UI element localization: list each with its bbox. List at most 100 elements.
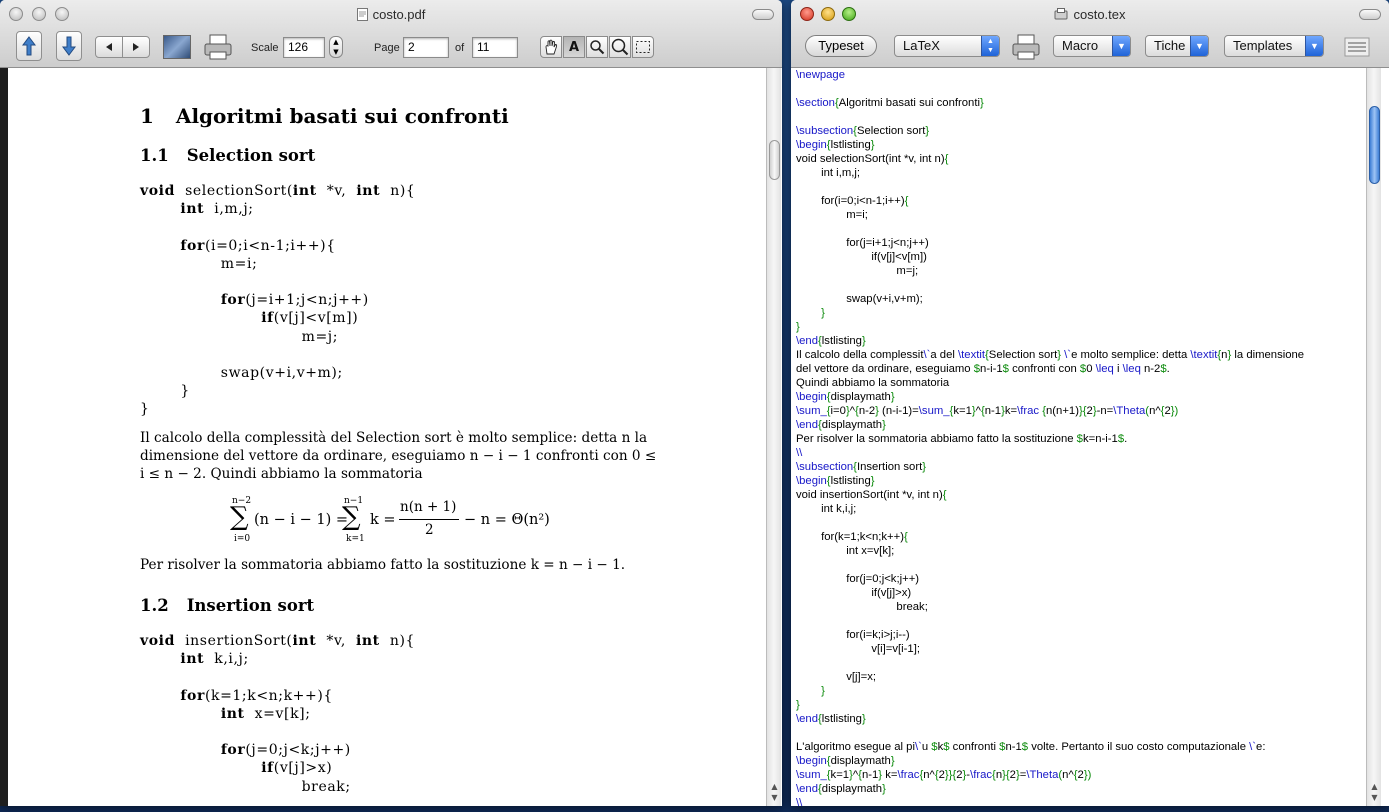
zoom-in-icon (590, 40, 605, 55)
templates-menu[interactable]: Templates ▼ (1224, 35, 1324, 57)
source-line: m=i; (796, 209, 868, 221)
scroll-arrows[interactable]: ▲ ▼ (768, 781, 781, 803)
select-tool-icon (636, 41, 650, 53)
page-label: Page (374, 42, 400, 54)
select-tool-button[interactable] (632, 36, 654, 58)
source-line: \\ (796, 797, 803, 806)
window-title: costo.tex (791, 7, 1389, 24)
scale-label: Scale (251, 42, 279, 54)
paragraph-line: dimensione del vettore da ordinare, eseg… (140, 448, 657, 464)
toolbar-toggle-icon[interactable] (752, 9, 774, 20)
page-up-button[interactable] (16, 31, 42, 61)
section-number: 1 (140, 104, 154, 128)
section-heading: 1 Algoritmi basati sui confronti (140, 104, 509, 128)
source-line: del vettore da ordinare, eseguiamo $n-i-… (796, 363, 1170, 375)
code-line: int k,i,j; (180, 651, 249, 668)
code-line: void insertionSort(int *v, int n){ (140, 633, 416, 649)
prev-page-button[interactable] (95, 36, 123, 58)
display-formula: n−2 ∑ i=0 (n − i − 1) = n−1 ∑ k=1 k = n(… (230, 496, 550, 544)
zoom-out-icon (611, 38, 629, 56)
source-line: \subsection{Insertion sort} (796, 461, 927, 473)
scroll-thumb[interactable] (1369, 106, 1380, 184)
source-line: int i,m,j; (796, 167, 861, 179)
engine-select[interactable]: LaTeX ▲ ▼ (894, 35, 1000, 57)
macro-menu[interactable]: Macro ▼ (1053, 35, 1131, 57)
source-line: } (796, 321, 800, 333)
source-line: Per risolver la sommatoria abbiamo fatto… (796, 433, 1128, 445)
source-line: v[i]=v[i-1]; (796, 643, 920, 655)
pdf-page: 1 Algoritmi basati sui confronti 1.1 Selec… (0, 68, 766, 806)
hand-tool-icon (545, 39, 558, 55)
hand-tool-button[interactable] (540, 36, 562, 58)
source-line: } (796, 685, 825, 697)
tex-window: costo.tex Typeset LaTeX ▲ ▼ Macro ▼ Tiche ▼ … (791, 0, 1389, 806)
tex-source-editor[interactable]: \newpage \section{Algoritmi basati sui co… (791, 68, 1389, 806)
source-line: \begin{lstlisting} (796, 475, 875, 487)
page-down-button[interactable] (56, 31, 82, 61)
sum-sign: ∑ (342, 502, 361, 532)
tags-menu[interactable]: Tiche ▼ (1145, 35, 1209, 57)
next-page-button[interactable] (122, 36, 150, 58)
pdf-file-icon (356, 8, 368, 24)
text-tool-button[interactable]: A (563, 36, 585, 58)
prev-icon (106, 43, 112, 51)
source-line: int k,i,j; (796, 503, 857, 515)
subsection-heading-2: 1.2 Insertion sort (140, 596, 314, 615)
source-line: swap(v+i,v+m); (796, 293, 923, 305)
text-tool-icon: A (568, 39, 580, 55)
source-line: \begin{displaymath} (796, 755, 895, 767)
code-line: } (140, 401, 150, 418)
source-line: \section{Algoritmi basati sui confronti} (796, 97, 984, 109)
source-line: \end{lstlisting} (796, 335, 866, 347)
source-line: \\ (796, 447, 803, 459)
source-line: if(v[j]<v[m]) (796, 251, 927, 263)
source-line: \newpage (796, 69, 845, 81)
fraction-bar (399, 519, 459, 520)
zoom-out-tool-button[interactable] (609, 36, 631, 58)
source-line: \end{displaymath} (796, 783, 886, 795)
paragraph-line: i ≤ n − 2. Quindi abbiamo la sommatoria (140, 466, 423, 482)
source-line: if(v[j]>x) (796, 587, 912, 599)
subsection-number: 1.1 (140, 146, 169, 165)
picture-icon[interactable] (163, 35, 191, 59)
code-line: for(j=0;j<k;j++) (220, 742, 351, 759)
source-line: \sum_{i=0}^{n-2} (n-i-1)=\sum_{k=1}^{n-1… (796, 405, 1179, 417)
scale-input[interactable]: 126 (283, 37, 325, 58)
total-pages-field: 11 (472, 37, 518, 58)
zoom-in-tool-button[interactable] (586, 36, 608, 58)
printer-icon[interactable] (203, 33, 233, 61)
pdf-window: costo.pdf Scale 126 ▲ ▼ Page 2 of 11 A 1… (0, 0, 782, 806)
page-input[interactable]: 2 (403, 37, 449, 58)
printer-icon[interactable] (1011, 33, 1041, 61)
code-line: m=j; (140, 328, 339, 345)
source-line: v[j]=x; (796, 671, 877, 683)
tex-vertical-scrollbar[interactable]: ▲ ▼ (1366, 68, 1381, 806)
scroll-thumb[interactable] (769, 140, 780, 180)
code-line: for(k=1;k<n;k++){ (180, 687, 333, 704)
code-line: if(v[j]>x) (261, 760, 333, 777)
source-line: int x=v[k]; (796, 545, 895, 557)
code-line: for(j=i+1;j<n;j++) (220, 292, 369, 309)
code-line: int x=v[k]; (220, 705, 311, 722)
code-line: if(v[j]<v[m]) (261, 310, 359, 327)
pdf-vertical-scrollbar[interactable]: ▲ ▼ (766, 68, 781, 806)
toolbar-toggle-icon[interactable] (1359, 9, 1381, 20)
subsection-title: Selection sort (186, 146, 316, 165)
source-line: void selectionSort(int *v, int n){ (796, 153, 949, 165)
source-line: \end{lstlisting} (796, 713, 866, 725)
typeset-button[interactable]: Typeset (805, 35, 877, 57)
paragraph-line: Il calcolo della complessità del Selecti… (140, 430, 648, 446)
source-line: break; (796, 601, 928, 613)
scale-stepper[interactable]: ▲ ▼ (329, 36, 343, 58)
section-title: Algoritmi basati sui confronti (175, 104, 509, 128)
code-listing-insertion-sort: void insertionSort(int *v, int n){ int k… (140, 633, 700, 803)
subsection-number: 1.2 (140, 596, 169, 615)
page-up-arrow-icon (22, 36, 36, 56)
source-line: for(i=0;i<n-1;i++){ (796, 195, 909, 207)
scroll-arrows[interactable]: ▲ ▼ (1368, 781, 1381, 803)
toolbar-toggle-icon[interactable] (1344, 37, 1370, 57)
tex-toolbar: costo.tex Typeset LaTeX ▲ ▼ Macro ▼ Tiche ▼ … (791, 0, 1389, 68)
source-line: Il calcolo della complessit\`a del \text… (796, 349, 1305, 361)
pdf-toolbar: costo.pdf Scale 126 ▲ ▼ Page 2 of 11 A (0, 0, 782, 68)
code-line: void selectionSort(int *v, int n){ (140, 183, 416, 199)
